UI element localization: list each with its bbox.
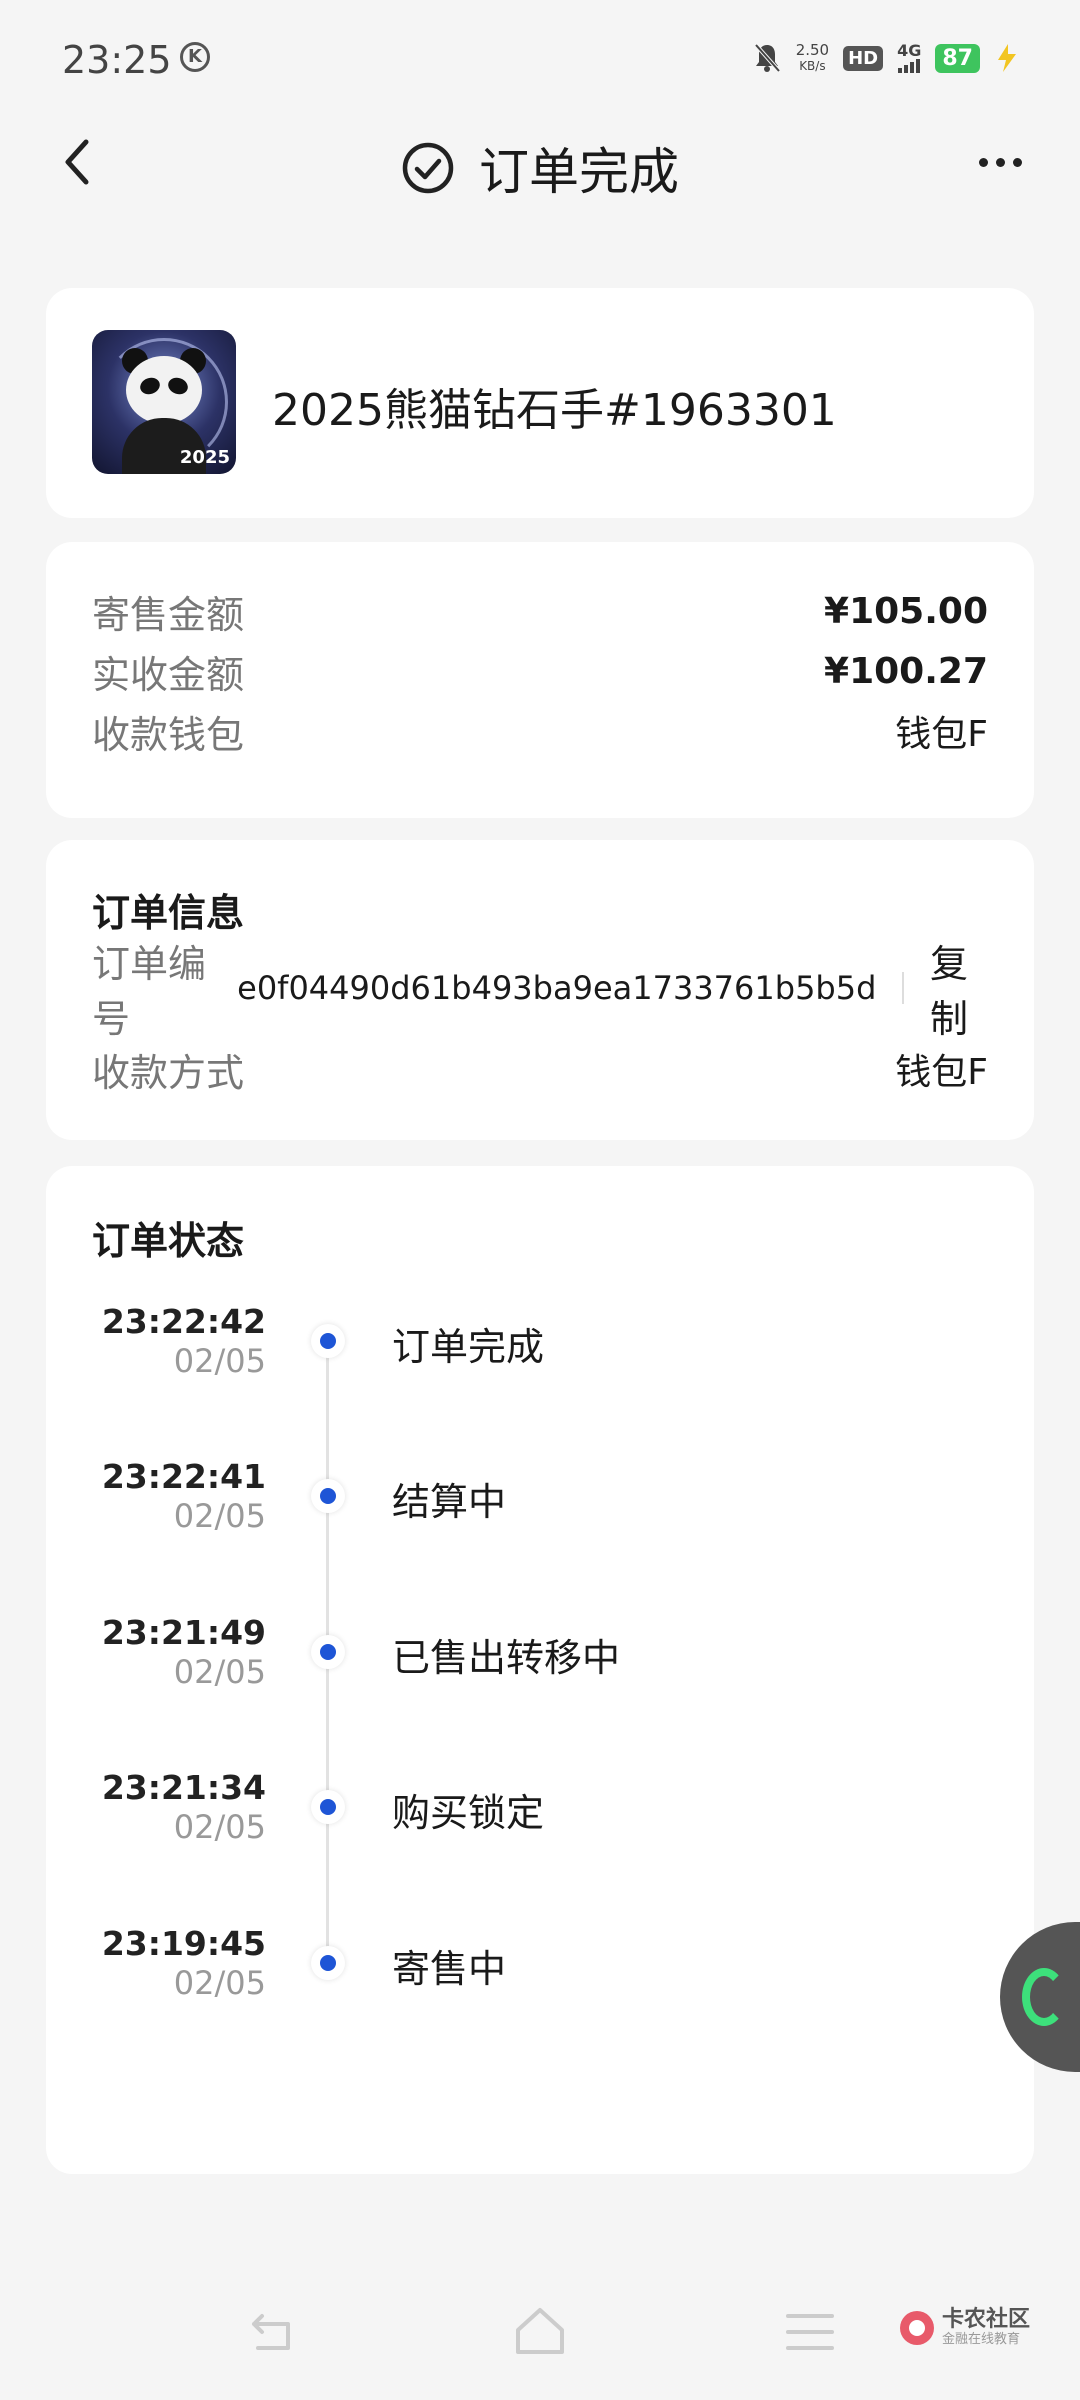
- payment-method-row: 收款方式 钱包F: [92, 1044, 988, 1095]
- wallet-row: 收款钱包 钱包F: [92, 706, 988, 757]
- watermark: 卡农社区 金融在线教育: [900, 2308, 1030, 2348]
- nav-back-icon[interactable]: [248, 2310, 298, 2354]
- battery-icon: 87: [935, 43, 980, 73]
- wallet-value: 钱包F: [895, 714, 988, 755]
- timeline-dot: [311, 1946, 345, 1980]
- payment-method-value: 钱包F: [895, 1052, 988, 1093]
- timeline-time: 23:22:42: [101, 1302, 266, 1341]
- timeline-date: 02/05: [173, 1964, 266, 2002]
- image-year: 2025: [179, 447, 230, 468]
- timeline-item: 23:19:45 02/05 寄售中: [46, 1924, 1034, 2024]
- timeline-item: 23:21:49 02/05 已售出转移中: [46, 1613, 1034, 1713]
- order-number-row: 订单编号 e0f04490d61b493ba9ea1733761b5b5d 复制: [92, 942, 988, 1041]
- order-info-title: 订单信息: [92, 891, 245, 935]
- timeline-dot: [311, 1790, 345, 1824]
- watermark-title: 卡农社区: [942, 2307, 1031, 2332]
- charging-bolt-icon: [998, 44, 1016, 72]
- sale-amount-value: ¥105.00: [824, 590, 988, 632]
- nav-home-icon[interactable]: [510, 2304, 570, 2358]
- product-image: 2025: [92, 330, 236, 474]
- order-status-title: 订单状态: [92, 1219, 245, 1263]
- signal-icon: 4G: [897, 43, 921, 73]
- header: 订单完成: [0, 110, 1080, 220]
- order-info-card: 订单信息 订单编号 e0f04490d61b493ba9ea1733761b5b…: [46, 840, 1034, 1140]
- sale-amount-row: 寄售金额 ¥105.00: [92, 586, 988, 637]
- timeline-date: 02/05: [173, 1497, 266, 1535]
- timeline-label: 购买锁定: [392, 1791, 545, 1835]
- check-circle-icon: [402, 142, 454, 194]
- net-speed: 2.50 KB/s: [795, 41, 830, 73]
- timeline-time: 23:22:41: [101, 1457, 266, 1496]
- hd-icon: HD: [843, 45, 884, 71]
- order-number-label: 订单编号: [92, 942, 207, 1041]
- timeline-date: 02/05: [173, 1653, 266, 1691]
- timeline-time: 23:21:49: [101, 1613, 266, 1652]
- timeline-dot: [311, 1324, 345, 1358]
- dot-icon: [995, 157, 1005, 167]
- order-number-value: e0f04490d61b493ba9ea1733761b5b5d: [237, 969, 877, 1007]
- timeline-label: 已售出转移中: [392, 1636, 621, 1680]
- status-time: 23:25: [62, 38, 172, 82]
- assistant-icon: [1022, 1968, 1066, 2026]
- order-status-card: 订单状态 23:22:42 02/05 订单完成 23:22:41 02/05 …: [46, 1166, 1034, 2174]
- copy-button[interactable]: 复制: [930, 933, 988, 1043]
- received-amount-label: 实收金额: [92, 652, 245, 697]
- timeline-item: 23:22:41 02/05 结算中: [46, 1457, 1034, 1557]
- sale-amount-label: 寄售金额: [92, 592, 245, 637]
- timeline-time: 23:19:45: [101, 1924, 266, 1963]
- status-bar: 23:25 K 2.50 KB/s HD 4G 87: [0, 0, 1080, 110]
- watermark-logo-icon: [900, 2311, 934, 2345]
- product-card[interactable]: 2025 2025熊猫钻石手#1963301: [46, 288, 1034, 518]
- page-title: 订单完成: [479, 143, 679, 201]
- timeline-time: 23:21:34: [101, 1768, 266, 1807]
- received-amount-value: ¥100.27: [824, 650, 988, 692]
- dot-icon: [1012, 157, 1022, 167]
- timeline-item: 23:22:42 02/05 订单完成: [46, 1302, 1034, 1402]
- received-amount-row: 实收金额 ¥100.27: [92, 646, 988, 697]
- dot-icon: [978, 157, 988, 167]
- status-icons: 2.50 KB/s HD 4G 87: [752, 36, 1020, 80]
- title-wrap: 订单完成: [0, 132, 1080, 204]
- payment-method-label: 收款方式: [92, 1050, 245, 1095]
- amount-card: 寄售金额 ¥105.00 实收金额 ¥100.27 收款钱包 钱包F: [46, 542, 1034, 818]
- divider: [902, 972, 904, 1004]
- wallet-label: 收款钱包: [92, 712, 245, 757]
- mute-bell-icon: [754, 43, 781, 73]
- timeline-dot: [311, 1635, 345, 1669]
- product-name: 2025熊猫钻石手#1963301: [272, 385, 837, 436]
- timeline-label: 结算中: [392, 1480, 507, 1524]
- watermark-subtitle: 金融在线教育: [942, 2332, 1021, 2347]
- timeline-date: 02/05: [173, 1342, 266, 1380]
- timeline-label: 订单完成: [392, 1325, 545, 1369]
- timeline-dot: [311, 1479, 345, 1513]
- order-detail-page: 23:25 K 2.50 KB/s HD 4G 87 订单完成 2025 202…: [0, 0, 1080, 2400]
- timeline-item: 23:21:34 02/05 购买锁定: [46, 1768, 1034, 1868]
- timeline-date: 02/05: [173, 1808, 266, 1846]
- more-menu-button[interactable]: [970, 140, 1030, 184]
- timeline-label: 寄售中: [392, 1947, 507, 1991]
- nav-recents-icon[interactable]: [786, 2314, 834, 2350]
- k-icon: K: [180, 42, 210, 72]
